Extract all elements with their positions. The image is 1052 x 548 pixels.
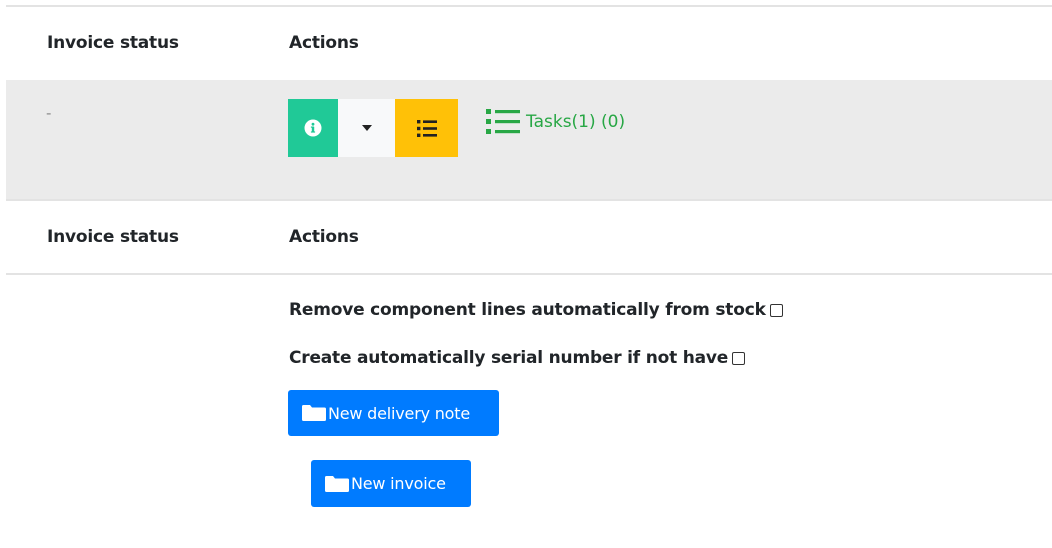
dropdown-toggle-button[interactable] [338,99,395,157]
info-icon [304,119,322,137]
create-serial-label: Create automatically serial number if no… [289,348,729,368]
actions-button-group [288,99,458,157]
table-row [6,80,1052,199]
header-actions: Actions [289,33,359,53]
tasks-list-icon [486,109,520,134]
remove-component-lines-label: Remove component lines automatically fro… [289,300,766,320]
new-delivery-note-button[interactable]: New delivery note [288,390,499,436]
page: Invoice status Actions - Tasks(1) (0) In… [0,0,1052,548]
create-serial-checkbox[interactable] [732,351,746,365]
info-button[interactable] [288,99,338,157]
table-header-border [6,273,1052,275]
invoice-status-value: - [46,104,52,122]
table-top-border [6,5,1052,7]
remove-component-lines-option: Remove component lines automatically fro… [289,300,783,320]
caret-down-icon [361,125,372,131]
tasks-link-label: Tasks(1) (0) [526,112,626,132]
header-actions-2: Actions [289,227,359,247]
new-delivery-note-label: New delivery note [328,403,470,423]
tasks-link[interactable]: Tasks(1) (0) [486,108,625,136]
folder-icon [325,475,349,492]
list-button[interactable] [395,99,458,157]
create-serial-option: Create automatically serial number if no… [289,348,746,368]
header-invoice-status: Invoice status [47,33,179,53]
folder-icon [302,405,326,421]
header-invoice-status-2: Invoice status [47,227,179,247]
list-icon [416,119,437,137]
table-separator [6,199,1052,201]
remove-component-lines-checkbox[interactable] [769,303,783,317]
new-invoice-button[interactable]: New invoice [311,460,471,507]
new-invoice-label: New invoice [351,474,446,493]
